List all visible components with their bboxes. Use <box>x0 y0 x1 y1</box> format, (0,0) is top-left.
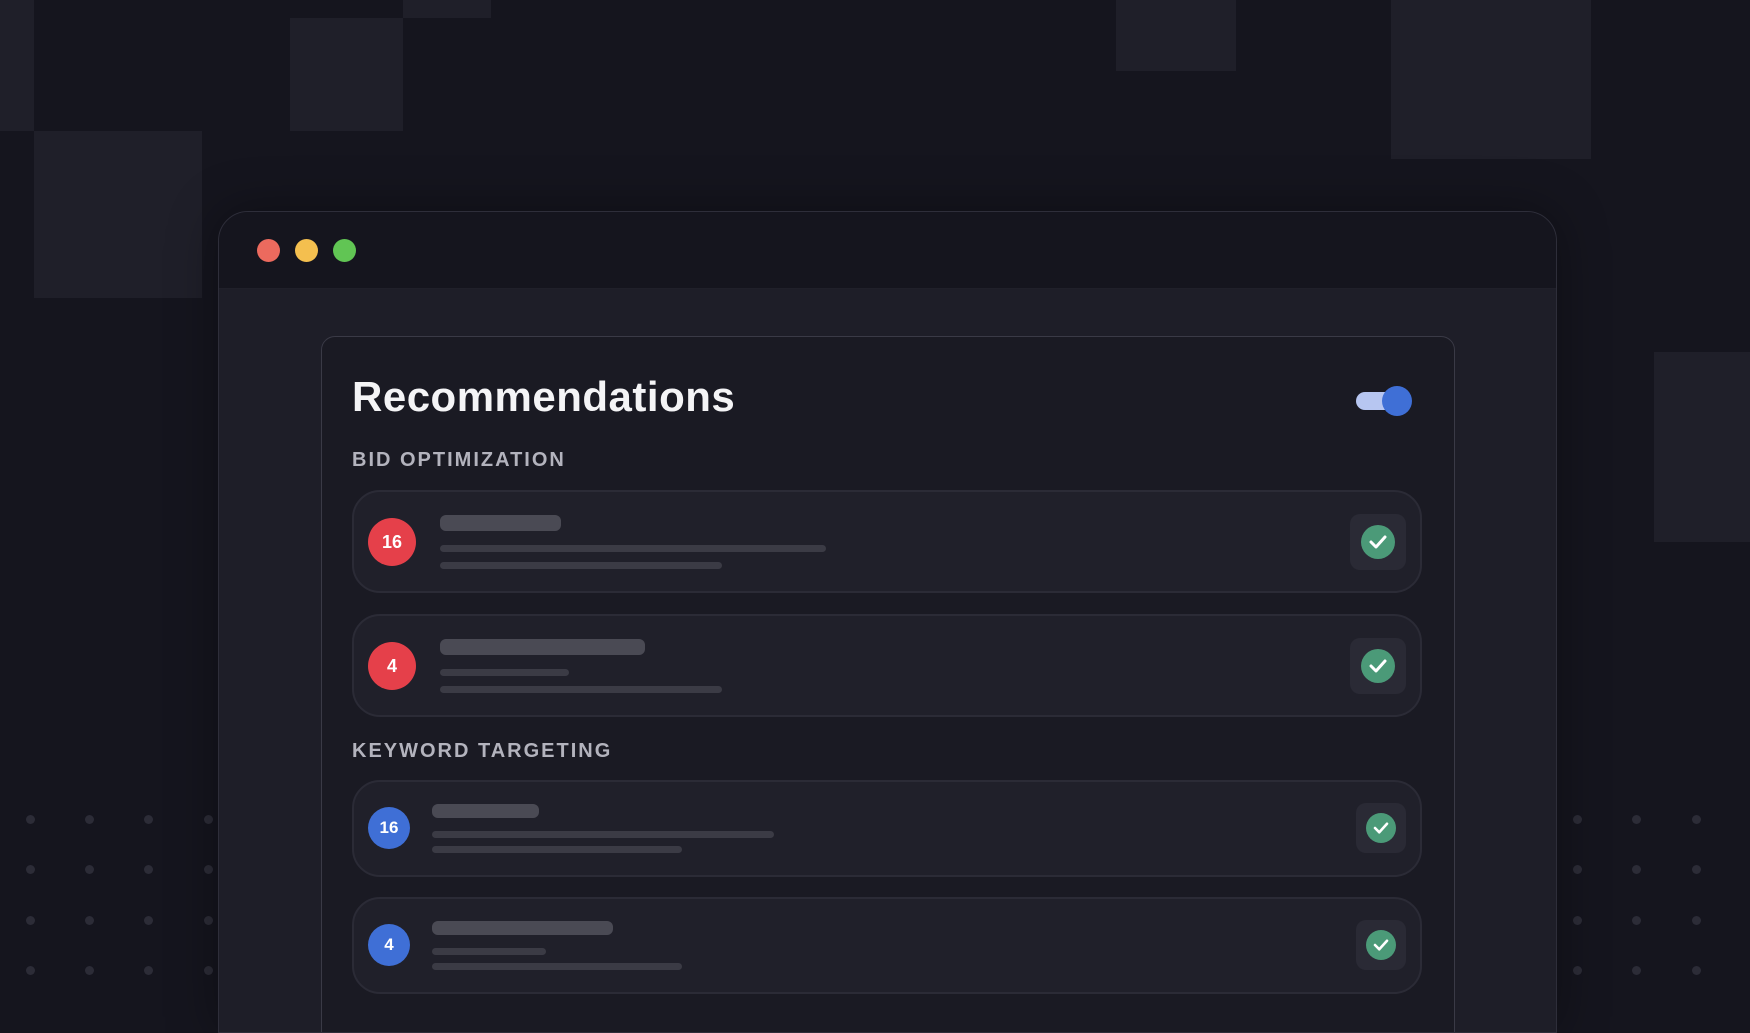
decorative-dot <box>1573 966 1582 975</box>
check-icon <box>1361 649 1395 683</box>
apply-recommendation-button[interactable] <box>1350 638 1406 694</box>
decorative-block <box>403 0 491 18</box>
text-placeholder <box>432 846 682 853</box>
recommendation-card[interactable]: 4 <box>352 897 1422 994</box>
decorative-dot <box>144 966 153 975</box>
check-icon <box>1366 930 1396 960</box>
section-label-keyword-targeting: KEYWORD TARGETING <box>352 740 613 762</box>
count-badge: 16 <box>368 807 410 849</box>
decorative-dot <box>204 865 213 874</box>
apply-recommendation-button[interactable] <box>1350 514 1406 570</box>
decorative-dot <box>1632 815 1641 824</box>
decorative-dot <box>204 916 213 925</box>
decorative-dot <box>26 916 35 925</box>
decorative-dot <box>204 966 213 975</box>
recommendation-card[interactable]: 16 <box>352 490 1422 593</box>
recommendations-panel: Recommendations BID OPTIMIZATION 16 4 KE… <box>321 336 1455 1032</box>
text-placeholder <box>432 963 682 970</box>
text-placeholder <box>432 831 774 838</box>
title-placeholder <box>432 921 613 935</box>
minimize-window-button[interactable] <box>295 239 318 262</box>
decorative-dot <box>204 815 213 824</box>
decorative-block <box>1654 352 1750 542</box>
decorative-block <box>290 18 403 131</box>
check-icon <box>1366 813 1396 843</box>
decorative-dot <box>85 815 94 824</box>
text-placeholder <box>440 686 722 693</box>
decorative-dot <box>26 966 35 975</box>
recommendation-card[interactable]: 4 <box>352 614 1422 717</box>
decorative-dot <box>26 865 35 874</box>
title-placeholder <box>440 639 645 655</box>
section-label-bid-optimization: BID OPTIMIZATION <box>352 449 566 471</box>
panel-title: Recommendations <box>352 373 736 420</box>
decorative-dot <box>1573 865 1582 874</box>
count-badge: 4 <box>368 642 416 690</box>
title-placeholder <box>440 515 561 531</box>
decorative-dot <box>85 916 94 925</box>
decorative-dot <box>1632 865 1641 874</box>
close-window-button[interactable] <box>257 239 280 262</box>
window-titlebar <box>219 212 1556 289</box>
decorative-dot <box>85 966 94 975</box>
decorative-dot <box>1692 815 1701 824</box>
decorative-block <box>1116 0 1236 71</box>
text-placeholder <box>440 562 722 569</box>
decorative-dot <box>1573 815 1582 824</box>
check-icon <box>1361 525 1395 559</box>
text-placeholder <box>432 948 546 955</box>
apply-recommendation-button[interactable] <box>1356 920 1406 970</box>
maximize-window-button[interactable] <box>333 239 356 262</box>
decorative-dot <box>1573 916 1582 925</box>
decorative-dot <box>1632 916 1641 925</box>
decorative-block <box>0 0 34 131</box>
count-badge: 4 <box>368 924 410 966</box>
decorative-block <box>34 131 202 298</box>
apply-recommendation-button[interactable] <box>1356 803 1406 853</box>
decorative-dot <box>144 815 153 824</box>
app-window: Recommendations BID OPTIMIZATION 16 4 KE… <box>218 211 1557 1033</box>
decorative-dot <box>144 916 153 925</box>
decorative-dot <box>1692 916 1701 925</box>
decorative-dot <box>144 865 153 874</box>
decorative-block <box>1391 0 1591 159</box>
decorative-dot <box>1692 966 1701 975</box>
recommendations-toggle[interactable] <box>1356 385 1412 416</box>
text-placeholder <box>440 669 569 676</box>
title-placeholder <box>432 804 539 818</box>
decorative-dot <box>1632 966 1641 975</box>
decorative-dot <box>26 815 35 824</box>
decorative-dot <box>85 865 94 874</box>
text-placeholder <box>440 545 826 552</box>
toggle-knob <box>1382 386 1412 416</box>
count-badge: 16 <box>368 518 416 566</box>
recommendation-card[interactable]: 16 <box>352 780 1422 877</box>
decorative-dot <box>1692 865 1701 874</box>
